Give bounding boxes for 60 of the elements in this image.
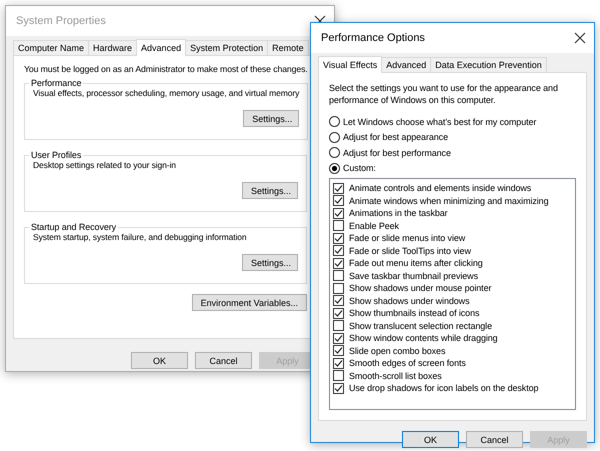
settings-button[interactable]: Settings... [242,254,298,271]
description-text: Select the settings you want to use for the appearance and performance of Windows on this computer. [329,82,559,106]
radio-button[interactable] [329,116,340,128]
checkbox-label[interactable]: Show shadows under mouse pointer [349,283,492,294]
checkbox[interactable] [333,282,344,294]
checkbox[interactable] [333,220,344,232]
checkbox-label[interactable]: Fade or slide ToolTips into view [349,246,471,256]
checkbox[interactable] [333,332,344,344]
group-title: Startup and Recovery [30,222,118,232]
radio-label[interactable]: Custom: [343,163,376,174]
close-icon[interactable] [574,32,586,44]
settings-button[interactable]: Settings... [242,182,298,199]
checkbox[interactable] [333,320,344,332]
radio-label[interactable]: Adjust for best appearance [343,132,448,142]
checkbox-label[interactable]: Animate controls and elements inside windows [349,183,532,194]
group-title: User Profiles [30,150,82,160]
checkbox-label[interactable]: Smooth edges of screen fonts [349,358,466,368]
checkbox[interactable] [333,195,344,206]
checkbox-label[interactable]: Enable Peek [349,220,399,231]
group-title: Performance [30,78,82,88]
tab[interactable]: Data Execution Prevention [430,57,547,72]
checkbox-label[interactable]: Smooth-scroll list boxes [349,370,442,381]
checkbox[interactable] [333,245,344,256]
dialog-button[interactable]: OK [402,431,459,448]
checkbox-label[interactable]: Animate windows when minimizing and maximizing [349,196,548,206]
radio-button[interactable] [329,162,340,174]
checkbox[interactable] [333,258,344,269]
radio-button[interactable] [329,132,340,143]
window-title: System Properties [16,15,106,27]
checkbox[interactable] [333,182,344,194]
checkbox[interactable] [333,208,344,219]
dialog-button[interactable]: Cancel [466,431,523,448]
checkbox[interactable] [333,382,344,394]
tab[interactable]: Visual Effects [318,56,382,73]
checkbox-label[interactable]: Show thumbnails instead of icons [349,308,480,318]
checkbox[interactable] [333,295,344,306]
radio-label[interactable]: Adjust for best performance [343,148,451,158]
group-description: Visual effects, processor scheduling, memory usage, and virtual memory [33,88,300,98]
radio-label[interactable]: Let Windows choose what’s best for my computer [343,116,536,127]
checkbox-label[interactable]: Show shadows under windows [349,296,470,306]
radio-button[interactable] [329,147,340,158]
window-title: Performance Options [321,32,425,44]
checkbox[interactable] [333,358,344,369]
settings-button[interactable]: Settings... [243,110,300,127]
checkbox[interactable] [333,270,344,282]
group-description: Desktop settings related to your sign-in [33,160,177,170]
checkbox-label[interactable]: Fade or slide menus into view [349,233,466,244]
checkbox-label[interactable]: Show translucent selection rectangle [349,320,492,331]
checkbox-label[interactable]: Fade out menu items after clicking [349,258,483,268]
checkbox-label[interactable]: Slide open combo boxes [349,346,446,356]
checkbox[interactable] [333,308,344,319]
group-description: System startup, system failure, and debugging information [33,232,248,242]
checkbox[interactable] [333,370,344,382]
checkbox-label[interactable]: Animations in the taskbar [349,208,448,218]
notice-text: You must be logged on as an Administrator to make most of these changes. [24,64,307,74]
checkbox-label[interactable]: Show window contents while dragging [349,333,498,344]
checkbox-label[interactable]: Use drop shadows for icon labels on the desktop [349,383,538,394]
checkbox[interactable] [333,345,344,356]
checkbox[interactable] [333,232,344,244]
checkbox-label[interactable]: Save taskbar thumbnail previews [349,270,478,281]
